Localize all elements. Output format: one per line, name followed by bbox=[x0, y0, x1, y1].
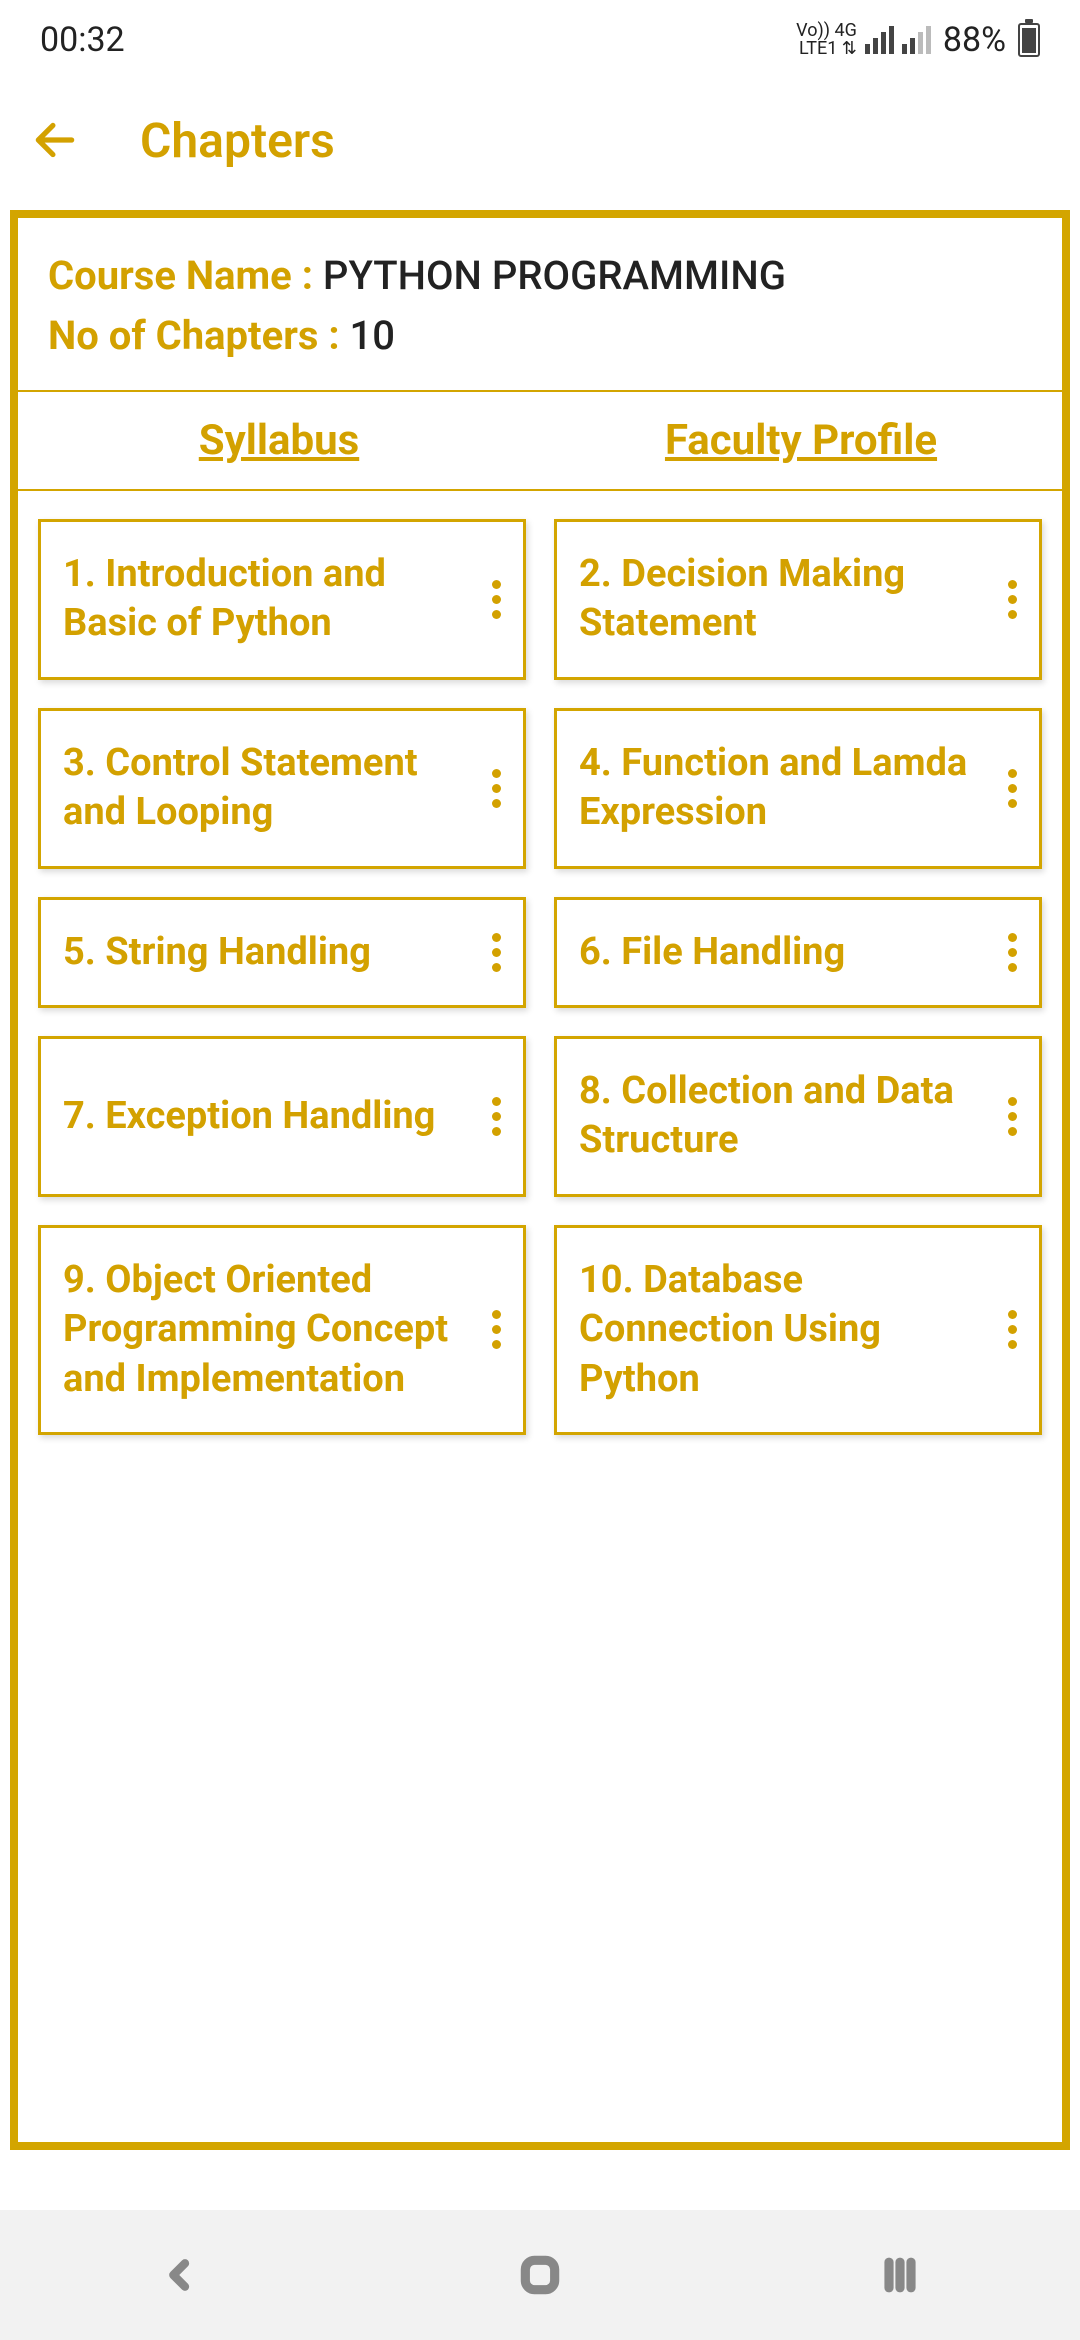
status-right: Vo)) 4G LTE1 ⇅ 88% bbox=[796, 20, 1040, 60]
battery-percentage: 88% bbox=[943, 20, 1006, 60]
chapter-card[interactable]: 6. File Handling bbox=[554, 897, 1042, 1008]
nav-recent-button[interactable] bbox=[850, 2245, 950, 2305]
chapter-card[interactable]: 10. Database Connection Using Python bbox=[554, 1225, 1042, 1435]
signal-icon bbox=[902, 26, 931, 54]
more-icon[interactable] bbox=[486, 580, 507, 619]
course-name-value: PYTHON PROGRAMMING bbox=[323, 252, 786, 299]
chapter-card[interactable]: 1. Introduction and Basic of Python bbox=[38, 519, 526, 680]
chapter-card[interactable]: 3. Control Statement and Looping bbox=[38, 708, 526, 869]
nav-home-button[interactable] bbox=[490, 2245, 590, 2305]
course-name-label: Course Name : bbox=[48, 252, 323, 299]
more-icon[interactable] bbox=[486, 933, 507, 972]
chapter-card[interactable]: 2. Decision Making Statement bbox=[554, 519, 1042, 680]
tab-faculty-profile[interactable]: Faculty Profile bbox=[540, 392, 1062, 489]
page-title: Chapters bbox=[140, 112, 335, 169]
tab-syllabus[interactable]: Syllabus bbox=[18, 392, 540, 489]
chapter-card[interactable]: 7. Exception Handling bbox=[38, 1036, 526, 1197]
chapter-title: 8. Collection and Data Structure bbox=[579, 1067, 1002, 1166]
more-icon[interactable] bbox=[486, 1097, 507, 1136]
chapter-count-value: 10 bbox=[350, 312, 395, 359]
chapter-count-label: No of Chapters : bbox=[48, 312, 350, 359]
course-name-row: Course Name : PYTHON PROGRAMMING bbox=[48, 246, 1032, 306]
more-icon[interactable] bbox=[1002, 1310, 1023, 1349]
chapter-card[interactable]: 5. String Handling bbox=[38, 897, 526, 1008]
battery-icon bbox=[1018, 23, 1040, 57]
chapter-title: 4. Function and Lamda Expression bbox=[579, 739, 1002, 838]
chapter-title: 2. Decision Making Statement bbox=[579, 550, 1002, 649]
chapter-card[interactable]: 8. Collection and Data Structure bbox=[554, 1036, 1042, 1197]
chapter-title: 3. Control Statement and Looping bbox=[63, 739, 486, 838]
more-icon[interactable] bbox=[1002, 769, 1023, 808]
more-icon[interactable] bbox=[486, 1310, 507, 1349]
arrow-left-icon bbox=[30, 115, 80, 165]
chapter-card[interactable]: 4. Function and Lamda Expression bbox=[554, 708, 1042, 869]
app-header: Chapters bbox=[0, 80, 1080, 200]
bars-icon bbox=[878, 2253, 922, 2297]
chapter-title: 5. String Handling bbox=[63, 928, 486, 977]
system-nav-bar bbox=[0, 2210, 1080, 2340]
chapter-title: 1. Introduction and Basic of Python bbox=[63, 550, 486, 649]
signal-icon bbox=[865, 26, 894, 54]
main-panel: Course Name : PYTHON PROGRAMMING No of C… bbox=[10, 210, 1070, 2150]
course-info: Course Name : PYTHON PROGRAMMING No of C… bbox=[18, 218, 1062, 392]
chapter-count-row: No of Chapters : 10 bbox=[48, 306, 1032, 366]
chevron-left-icon bbox=[160, 2255, 200, 2295]
status-bar: 00:32 Vo)) 4G LTE1 ⇅ 88% bbox=[0, 0, 1080, 80]
more-icon[interactable] bbox=[486, 769, 507, 808]
chapter-card[interactable]: 9. Object Oriented Programming Concept a… bbox=[38, 1225, 526, 1435]
chapter-title: 7. Exception Handling bbox=[63, 1092, 486, 1141]
nav-back-button[interactable] bbox=[130, 2245, 230, 2305]
more-icon[interactable] bbox=[1002, 1097, 1023, 1136]
more-icon[interactable] bbox=[1002, 933, 1023, 972]
chapter-title: 10. Database Connection Using Python bbox=[579, 1256, 1002, 1404]
more-icon[interactable] bbox=[1002, 580, 1023, 619]
square-icon bbox=[518, 2253, 562, 2297]
network-indicator: Vo)) 4G LTE1 ⇅ bbox=[796, 22, 857, 58]
chapter-title: 9. Object Oriented Programming Concept a… bbox=[63, 1256, 486, 1404]
status-time: 00:32 bbox=[40, 20, 125, 60]
back-button[interactable] bbox=[30, 115, 80, 165]
chapter-title: 6. File Handling bbox=[579, 928, 1002, 977]
chapters-grid: 1. Introduction and Basic of Python 2. D… bbox=[18, 491, 1062, 1463]
tabs-row: Syllabus Faculty Profile bbox=[18, 392, 1062, 491]
